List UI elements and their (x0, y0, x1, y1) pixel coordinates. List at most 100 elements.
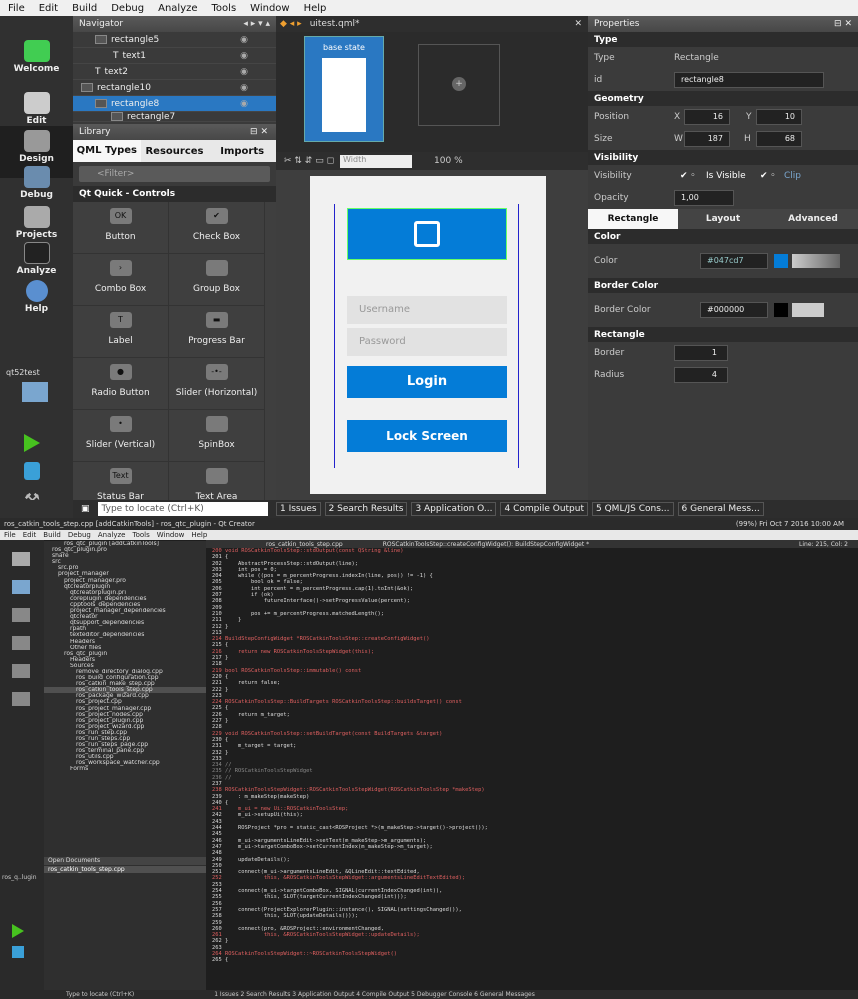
mode-welcome[interactable]: Welcome (0, 36, 73, 88)
output-tab[interactable]: 3 Application O... (411, 502, 497, 516)
add-state[interactable]: + (418, 44, 500, 126)
run-icon[interactable] (24, 434, 40, 452)
color-section[interactable]: Color (588, 229, 858, 244)
zoom-level[interactable]: 100 % (434, 156, 463, 166)
menu-debug[interactable]: Debug (68, 531, 91, 539)
output-tab[interactable]: 6 General Mess... (677, 502, 764, 516)
menu-file[interactable]: File (4, 531, 16, 539)
menu-debug[interactable]: Debug (111, 3, 144, 14)
rectangle-section[interactable]: Rectangle (588, 327, 858, 342)
tab-rectangle[interactable]: Rectangle (588, 209, 678, 229)
close-icon[interactable]: ⊟ ✕ (834, 19, 852, 29)
library-item[interactable]: Group Box (169, 254, 265, 306)
locator-input[interactable]: Type to locate (Ctrl+K) (97, 502, 268, 516)
library-item[interactable]: T Label (73, 306, 169, 358)
visibility-section[interactable]: Visibility (588, 150, 858, 165)
border-color-section[interactable]: Border Color (588, 278, 858, 293)
library-item[interactable]: • Slider (Vertical) (73, 410, 169, 462)
selected-rectangle[interactable] (347, 208, 507, 260)
library-section[interactable]: Qt Quick - Controls (73, 186, 276, 202)
tab-imports[interactable]: Imports (208, 146, 276, 157)
nav-item[interactable]: Ttext2 ◉ (73, 64, 276, 80)
library-item[interactable]: ● Radio Button (73, 358, 169, 410)
monitor-icon[interactable] (22, 382, 48, 402)
y-spinbox[interactable]: 10 (756, 109, 802, 125)
menu-analyze[interactable]: Analyze (98, 531, 126, 539)
tab-layout[interactable]: Layout (678, 209, 768, 229)
debug-run-icon[interactable] (12, 946, 24, 958)
menu-analyze[interactable]: Analyze (158, 3, 197, 14)
border-color-swatch[interactable] (774, 303, 788, 317)
tree-item[interactable]: Forms (44, 766, 206, 772)
eye-icon[interactable]: ◉ (240, 35, 248, 45)
eye-icon[interactable]: ◉ (240, 83, 248, 93)
kit-target[interactable]: qt52test (6, 368, 40, 377)
output-tabs[interactable]: 1 Issues 2 Search Results 3 Application … (214, 991, 535, 998)
menu-edit[interactable]: Edit (23, 531, 37, 539)
debug-icon[interactable] (12, 636, 30, 650)
menu-edit[interactable]: Edit (39, 3, 58, 14)
tab-resources[interactable]: Resources (141, 146, 209, 157)
width-input[interactable]: Width (340, 154, 413, 168)
geometry-section[interactable]: Geometry (588, 91, 858, 106)
visible-checkbox[interactable]: ✔ ◦ (680, 171, 696, 181)
open-doc-item[interactable]: ros_catkin_tools_step.cpp (44, 866, 206, 873)
library-item[interactable]: › Combo Box (73, 254, 169, 306)
eye-icon[interactable]: ◉ (240, 67, 248, 77)
mode-help[interactable]: Help (0, 276, 73, 328)
type-section[interactable]: Type (588, 32, 858, 47)
library-filter-input[interactable]: <Filter> (79, 166, 270, 182)
color-swatch[interactable] (774, 254, 788, 268)
nav-item-selected[interactable]: rectangle8 ◉ (73, 96, 276, 112)
border-color-field[interactable]: #000000 (700, 302, 768, 318)
projects-icon[interactable] (12, 664, 30, 678)
menu-build[interactable]: Build (43, 531, 61, 539)
w-spinbox[interactable]: 187 (684, 131, 730, 147)
close-document-icon[interactable]: ✕ (574, 19, 582, 29)
menu-tools[interactable]: Tools (212, 3, 237, 14)
color-field[interactable]: #047cd7 (700, 253, 768, 269)
help-icon[interactable] (12, 692, 30, 706)
kit-target[interactable]: ros_q..lugin (2, 874, 37, 881)
tab-qml-types[interactable]: QML Types (73, 140, 141, 162)
library-item[interactable]: ✔ Check Box (169, 202, 265, 254)
eye-icon[interactable]: ◉ (240, 51, 248, 61)
design-icon[interactable] (12, 608, 30, 622)
library-item[interactable]: -•- Slider (Horizontal) (169, 358, 265, 410)
opacity-spinbox[interactable]: 1,00 (674, 190, 734, 206)
sidebar-toggle-icon[interactable]: ▣ (81, 504, 90, 514)
password-field[interactable]: Password (347, 328, 507, 356)
nav-item[interactable]: rectangle5 ◉ (73, 32, 276, 48)
menu-help[interactable]: Help (304, 3, 327, 14)
menu-window[interactable]: Window (157, 531, 185, 539)
gradient-buttons[interactable] (792, 303, 824, 317)
nav-item[interactable]: rectangle10 ◉ (73, 80, 276, 96)
function-combo[interactable]: ROSCatkinToolsStep::createConfigWidget()… (383, 541, 589, 548)
x-spinbox[interactable]: 16 (684, 109, 730, 125)
code-editor[interactable]: 200 void ROSCatkinToolsStep::stdOutput(c… (212, 548, 852, 988)
output-tab[interactable]: 2 Search Results (324, 502, 408, 516)
menu-file[interactable]: File (8, 3, 25, 14)
output-tab[interactable]: 5 QML/JS Cons... (592, 502, 674, 516)
document-name[interactable]: uitest.qml* (310, 19, 360, 29)
nav-item[interactable]: rectangle7 (73, 112, 276, 122)
locator-input[interactable]: Type to locate (Ctrl+K) (66, 991, 134, 998)
nav-arrows-icon[interactable]: ◂ ▸ ▾ ▴ (243, 19, 270, 29)
library-item[interactable]: SpinBox (169, 410, 265, 462)
base-state[interactable]: base state (304, 36, 384, 142)
editor-file-combo[interactable]: ros_catkin_tools_step.cpp (266, 541, 343, 548)
clip-checkbox[interactable]: ✔ ◦ (760, 171, 776, 181)
toolbar-icons[interactable]: ✂ ⇅ ⇵ ▭ ◻ (284, 156, 334, 166)
library-item[interactable]: ▬ Progress Bar (169, 306, 265, 358)
edit-icon[interactable] (12, 580, 30, 594)
run-icon[interactable] (12, 924, 24, 938)
nav-item[interactable]: Ttext1 ◉ (73, 48, 276, 64)
welcome-icon[interactable] (12, 552, 30, 566)
debug-run-icon[interactable] (24, 462, 40, 480)
menu-help[interactable]: Help (191, 531, 207, 539)
output-tab[interactable]: 4 Compile Output (500, 502, 589, 516)
id-field[interactable]: rectangle8 (674, 72, 824, 88)
h-spinbox[interactable]: 68 (756, 131, 802, 147)
close-icon[interactable]: ⊟ ✕ (250, 127, 268, 137)
username-field[interactable]: Username (347, 296, 507, 324)
